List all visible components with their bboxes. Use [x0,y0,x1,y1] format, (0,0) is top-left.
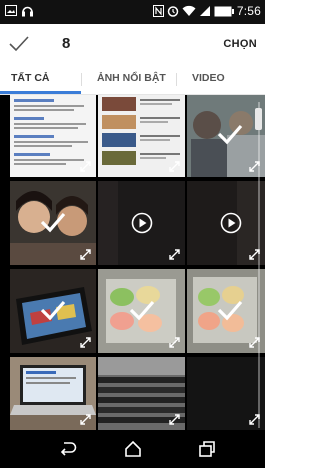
expand-icon[interactable] [169,414,180,425]
media-tile[interactable] [10,95,96,177]
navigation-bar [0,430,265,468]
tab-divider [176,73,177,86]
media-tile[interactable] [10,181,96,265]
filter-tabs: TẤT CẢ ẢNH NỔI BẬT VIDEO [0,64,265,95]
status-bar: 7:56 [0,0,265,24]
play-icon[interactable] [131,212,153,234]
selected-check-icon [217,300,243,321]
wifi-icon [182,5,196,16]
signal-icon [199,6,210,16]
selected-check-icon [40,300,66,321]
media-tile[interactable] [187,95,265,177]
image-notification-icon [5,5,17,16]
media-tile[interactable] [98,95,185,177]
tab-all[interactable]: TẤT CẢ [11,72,50,84]
tab-highlights[interactable]: ẢNH NỔI BẬT [97,72,166,84]
active-tab-indicator [0,91,81,94]
selection-app-bar: 8 CHỌN [0,24,265,64]
tab-video[interactable]: VIDEO [192,72,225,84]
back-icon[interactable] [56,439,78,459]
selected-count: 8 [62,35,71,52]
headphones-icon [22,6,33,17]
play-icon[interactable] [220,212,242,234]
choose-button[interactable]: CHỌN [223,38,257,50]
media-tile[interactable] [187,357,265,430]
selected-check-icon [40,212,66,233]
recent-apps-icon[interactable] [196,439,218,459]
check-icon[interactable] [6,31,32,57]
expand-icon[interactable] [80,414,91,425]
fast-scroll-track[interactable] [258,102,260,428]
media-tile[interactable] [98,269,185,353]
status-time: 7:56 [236,4,261,18]
media-tile[interactable] [10,269,96,353]
expand-icon[interactable] [80,249,91,260]
expand-icon[interactable] [169,161,180,172]
expand-icon[interactable] [169,337,180,348]
nfc-icon [152,5,164,17]
expand-icon[interactable] [80,161,91,172]
expand-icon[interactable] [80,337,91,348]
expand-icon[interactable] [169,249,180,260]
fast-scroll-thumb[interactable] [255,108,262,130]
media-tile[interactable] [10,357,96,430]
selected-check-icon [217,124,243,145]
media-tile[interactable] [98,357,185,430]
battery-icon [214,6,234,16]
alarm-icon [167,6,179,17]
media-tile[interactable] [187,181,265,265]
tab-divider [81,73,82,86]
media-tile[interactable] [187,269,265,353]
media-grid [0,95,265,430]
selected-check-icon [129,300,155,321]
media-tile[interactable] [98,181,185,265]
home-icon[interactable] [122,439,144,459]
